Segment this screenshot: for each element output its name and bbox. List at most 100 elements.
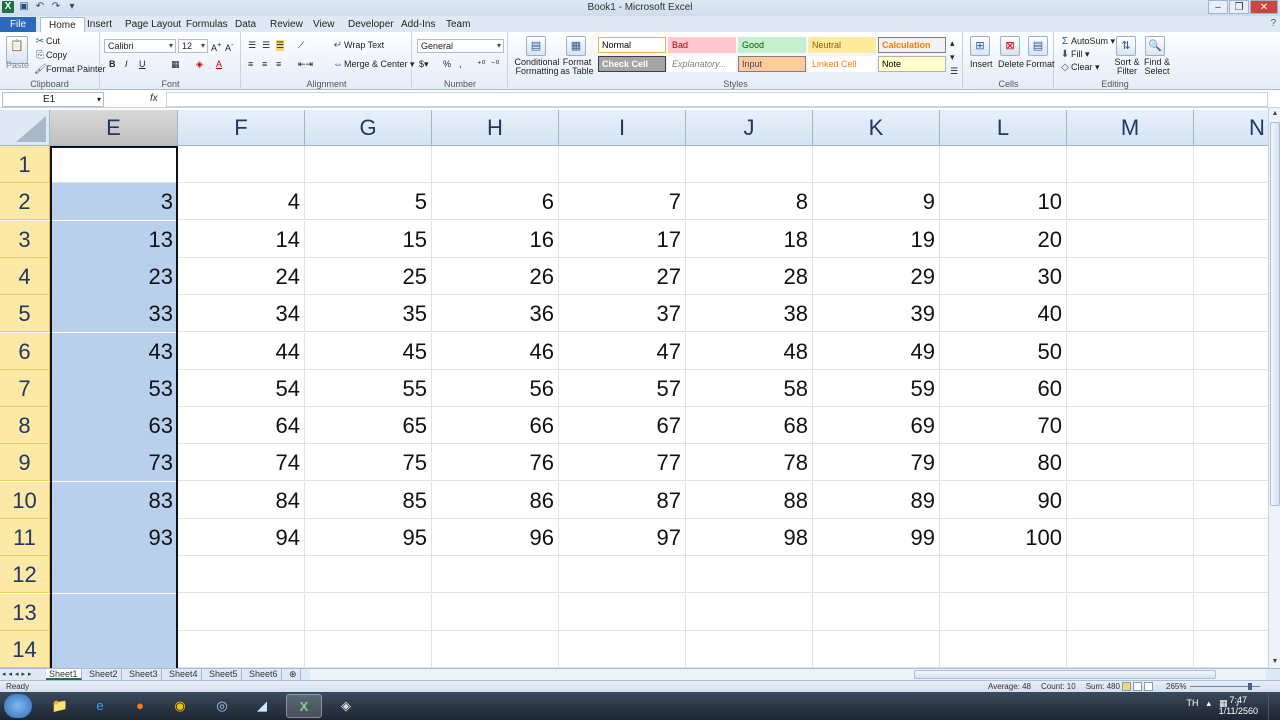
cell-k3[interactable]: 19 [813, 220, 940, 258]
sheet-tab-sheet3[interactable]: Sheet3 [126, 669, 162, 680]
cell-j10[interactable]: 88 [686, 481, 813, 519]
cell-f13[interactable] [178, 593, 305, 631]
cell-n5[interactable] [1194, 295, 1268, 333]
sheet-tab-sheet4[interactable]: Sheet4 [166, 669, 202, 680]
cell-style-bad[interactable]: Bad [668, 37, 736, 53]
cell-k12[interactable] [813, 556, 940, 594]
recorder-app-icon[interactable]: ◈ [328, 694, 364, 718]
new-sheet-icon[interactable]: ⊕ [286, 669, 301, 680]
underline-button[interactable]: U [139, 59, 146, 69]
cell-n10[interactable] [1194, 482, 1268, 519]
cell-i12[interactable] [559, 556, 686, 594]
cell-l3[interactable]: 20 [940, 220, 1067, 258]
cell-i13[interactable] [559, 593, 686, 631]
cell-g11[interactable]: 95 [305, 519, 432, 556]
cell-f14[interactable] [178, 630, 305, 668]
conditional-formatting-icon[interactable]: ▤ [526, 36, 546, 56]
cell-m9[interactable] [1067, 444, 1194, 482]
cell-m6[interactable] [1067, 332, 1194, 370]
zoom-slider-knob[interactable] [1248, 683, 1252, 690]
copy-button[interactable]: ⎘ Copy [34, 50, 67, 62]
file-explorer-icon[interactable]: 📁 [42, 694, 78, 718]
column-header-m[interactable]: M [1067, 110, 1194, 146]
sort-filter-icon[interactable]: ⇅ [1116, 36, 1136, 56]
format-cells-icon[interactable]: ▤ [1028, 36, 1048, 56]
cell-g13[interactable] [305, 593, 432, 631]
cell-m11[interactable] [1067, 519, 1194, 556]
cell-l4[interactable]: 30 [940, 257, 1067, 295]
cell-j4[interactable]: 28 [686, 257, 813, 295]
column-header-e[interactable]: E [50, 110, 178, 146]
increase-decimal-icon[interactable]: ⁺⁰ [477, 59, 485, 70]
cell-n4[interactable] [1194, 258, 1268, 295]
row-header-3[interactable]: 3 [0, 220, 50, 258]
worksheet-grid[interactable]: E F G H I J K L M N 1 2 3 4 5 6 7 8 9 10 3 13 14 15 16 17 18 19 20 4 2… [0, 110, 1268, 668]
find-select-button[interactable]: Find & Select [1142, 58, 1172, 76]
drawing-app-icon[interactable]: ◢ [244, 694, 280, 718]
cell-l14[interactable] [940, 630, 1067, 668]
cell-j3[interactable]: 18 [686, 220, 813, 258]
cell-f9[interactable]: 74 [178, 444, 305, 482]
autosum-button[interactable]: Σ AutoSum ▾ [1059, 36, 1115, 48]
cell-k6[interactable]: 49 [813, 332, 940, 370]
cell-h11[interactable]: 96 [432, 519, 559, 556]
cell-k2[interactable]: 9 [813, 183, 940, 221]
cell-l10[interactable]: 90 [940, 481, 1067, 519]
cell-h10[interactable]: 86 [432, 481, 559, 519]
cell-g3[interactable]: 15 [305, 220, 432, 258]
cell-g10[interactable]: 85 [305, 481, 432, 519]
input-language[interactable]: TH [1186, 698, 1198, 709]
format-as-table-icon[interactable]: ▦ [566, 36, 586, 56]
cell-h13[interactable] [432, 593, 559, 631]
cell-l11[interactable]: 100 [940, 519, 1067, 556]
excel-taskbar-icon[interactable]: X [286, 694, 322, 718]
tab-view[interactable]: View [313, 17, 335, 32]
cell-f5[interactable]: 34 [178, 295, 305, 333]
indent-icon[interactable]: ⇤⇥ [298, 59, 313, 70]
cell-h3[interactable]: 16 [432, 220, 559, 258]
styles-more-icon[interactable]: ☰ [950, 66, 958, 77]
comma-style-icon[interactable]: , [459, 59, 462, 69]
cell-k11[interactable]: 99 [813, 519, 940, 556]
font-color-icon[interactable]: A [216, 59, 222, 69]
row-header-10[interactable]: 10 [0, 481, 50, 519]
grow-font-icon[interactable]: A+ [211, 40, 221, 53]
align-left-icon[interactable]: ≡ [248, 59, 253, 69]
align-middle-icon[interactable]: ☰ [262, 40, 270, 51]
scroll-down-icon[interactable]: ▼ [1269, 656, 1280, 668]
row-header-2[interactable]: 2 [0, 183, 50, 221]
cell-f10[interactable]: 84 [178, 481, 305, 519]
cell-m2[interactable] [1067, 183, 1194, 221]
shrink-font-icon[interactable]: A- [225, 40, 234, 53]
column-header-k[interactable]: K [813, 110, 940, 146]
internet-explorer-icon[interactable]: e [82, 694, 118, 718]
cell-l12[interactable] [940, 556, 1067, 594]
cell-i11[interactable]: 97 [559, 519, 686, 556]
cell-g8[interactable]: 65 [305, 407, 432, 445]
cell-e11[interactable]: 93 [50, 519, 178, 556]
cell-i14[interactable] [559, 630, 686, 668]
cell-style-note[interactable]: Note [878, 56, 946, 72]
minimize-icon[interactable]: – [1208, 0, 1228, 14]
cell-f7[interactable]: 54 [178, 369, 305, 407]
cell-n7[interactable] [1194, 370, 1268, 407]
horizontal-scroll-thumb[interactable] [914, 670, 1216, 679]
cell-m4[interactable] [1067, 257, 1194, 295]
cell-f12[interactable] [178, 556, 305, 594]
cell-e2[interactable]: 3 [50, 183, 178, 221]
align-right-icon[interactable]: ≡ [276, 59, 281, 69]
cell-i7[interactable]: 57 [559, 369, 686, 407]
tray-arrow-icon[interactable]: ▴ [1206, 698, 1211, 709]
cell-i9[interactable]: 77 [559, 444, 686, 482]
row-header-7[interactable]: 7 [0, 369, 50, 407]
orientation-icon[interactable]: ⟋ [298, 40, 304, 51]
cell-h5[interactable]: 36 [432, 295, 559, 333]
cell-j8[interactable]: 68 [686, 407, 813, 445]
row-header-9[interactable]: 9 [0, 444, 50, 482]
cell-m5[interactable] [1067, 295, 1194, 333]
cell-n9[interactable] [1194, 444, 1268, 482]
cell-l6[interactable]: 50 [940, 332, 1067, 370]
cell-e6[interactable]: 43 [50, 332, 178, 370]
cell-g14[interactable] [305, 630, 432, 668]
sheet-nav-arrows-icon[interactable]: ◂◂◂▸▸ [2, 669, 35, 680]
